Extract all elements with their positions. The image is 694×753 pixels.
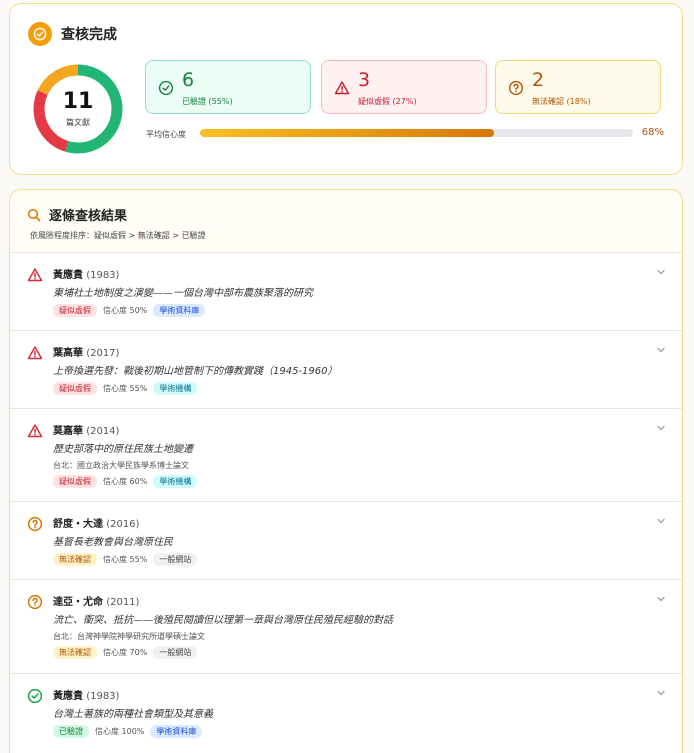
source-type-badge: 學術機構 (153, 475, 198, 488)
chevron-down-icon[interactable] (656, 516, 666, 526)
result-tags: 疑似虛假 信心度 50% 學術資料庫 (53, 304, 206, 317)
results-title-row: 逐條查核結果 (27, 205, 127, 224)
result-author: 葉高華 (2017) (53, 348, 120, 359)
chevron-down-icon[interactable] (656, 267, 666, 277)
verified-label: 已驗證 (55%) (182, 97, 233, 106)
source-type-badge: 一般網站 (153, 646, 198, 659)
status-badge: 疑似虛假 (53, 382, 97, 395)
result-title: 流亡、衝突、抵抗——後殖民閱讀但以理第一章與台灣原住民殖民經驗的對話 (53, 615, 393, 626)
verified-count: 6 (182, 69, 195, 91)
results-header: 逐條查核結果 依風險程度排序：疑似虛假 > 無法確認 > 已驗證 (10, 190, 682, 253)
result-row[interactable]: 黃應貴 (1983) 台灣土著族的兩種社會類型及其意義 已驗證 信心度 100%… (10, 674, 682, 753)
warning-triangle-icon (27, 424, 43, 438)
result-author: 黃應貴 (1983) (53, 691, 120, 702)
result-tags: 疑似虛假 信心度 55% 學術機構 (53, 382, 198, 395)
check-badge-icon (28, 22, 52, 46)
result-row[interactable]: 黃應貴 (1983) 東埔社土地制度之演變——一個台灣中部布農族聚落的研究 疑似… (10, 253, 682, 331)
unknown-count: 2 (532, 69, 545, 91)
unknown-label: 無法確認 (18%) (532, 97, 591, 106)
summary-header: 查核完成 (28, 22, 117, 46)
result-row[interactable]: 舒度・大達 (2016) 基督長老教會與台灣原住民 無法確認 信心度 55% 一… (10, 502, 682, 580)
status-badge: 無法確認 (53, 553, 97, 566)
verified-stat-card[interactable]: 6 已驗證 (55%) (145, 60, 311, 114)
suspect-stat-card[interactable]: 3 疑似虛假 (27%) (321, 60, 487, 114)
suspect-label: 疑似虛假 (27%) (358, 97, 417, 106)
confidence-value: 68% (641, 127, 664, 138)
status-badge: 疑似虛假 (53, 475, 97, 488)
confidence-progress-bar (200, 129, 633, 137)
results-sort-note: 依風險程度排序：疑似虛假 > 無法確認 > 已驗證 (30, 231, 206, 240)
summary-title: 查核完成 (61, 27, 117, 43)
chevron-down-icon[interactable] (656, 423, 666, 433)
result-title: 歷史部落中的原住民族土地變遷 (53, 444, 193, 455)
result-author: 達亞・尤命 (2011) (53, 597, 140, 608)
result-tags: 無法確認 信心度 55% 一般網站 (53, 553, 198, 566)
source-type-badge: 學術機構 (153, 382, 198, 395)
result-author: 舒度・大達 (2016) (53, 519, 140, 530)
status-badge: 疑似虛假 (53, 304, 97, 317)
confidence-text: 信心度 70% (103, 648, 148, 657)
result-source: 台北：國立政治大學民族學系博士論文 (53, 461, 189, 470)
chevron-down-icon[interactable] (656, 345, 666, 355)
check-circle-icon (158, 80, 174, 96)
confidence-text: 信心度 50% (103, 306, 148, 315)
status-badge: 已驗證 (53, 725, 89, 738)
result-tags: 已驗證 信心度 100% 學術資料庫 (53, 725, 203, 738)
unknown-stat-card[interactable]: 2 無法確認 (18%) (495, 60, 661, 114)
confidence-text: 信心度 100% (95, 727, 145, 736)
total-count: 11 (62, 89, 94, 114)
question-circle-icon (27, 516, 43, 532)
source-type-badge: 一般網站 (153, 553, 198, 566)
status-badge: 無法確認 (53, 646, 97, 659)
result-tags: 無法確認 信心度 70% 一般網站 (53, 646, 198, 659)
chevron-down-icon[interactable] (656, 594, 666, 604)
result-row[interactable]: 達亞・尤命 (2011) 流亡、衝突、抵抗——後殖民閱讀但以理第一章與台灣原住民… (10, 580, 682, 674)
results-title: 逐條查核結果 (49, 209, 128, 224)
result-row[interactable]: 莫嘉華 (2014) 歷史部落中的原住民族土地變遷 台北：國立政治大學民族學系博… (10, 409, 682, 502)
summary-card: 查核完成 11 篇文獻 6 已驗證 (55%) 3 疑似虛假 (27%) 2 無… (9, 3, 683, 175)
result-author: 莫嘉華 (2014) (53, 426, 120, 437)
warning-triangle-icon (334, 81, 350, 95)
result-title: 上帝換選先發：戰後初期山地管制下的傳教實踐（1945-1960） (53, 366, 338, 377)
question-circle-icon (27, 594, 43, 610)
warning-triangle-icon (27, 346, 43, 360)
result-author: 黃應貴 (1983) (53, 270, 120, 281)
suspect-count: 3 (358, 69, 371, 91)
confidence-text: 信心度 60% (103, 477, 148, 486)
confidence-text: 信心度 55% (103, 555, 148, 564)
result-tags: 疑似虛假 信心度 60% 學術機構 (53, 475, 198, 488)
search-icon (27, 208, 41, 221)
confidence-text: 信心度 55% (103, 384, 148, 393)
source-type-badge: 學術資料庫 (150, 725, 203, 738)
result-title: 台灣土著族的兩種社會類型及其意義 (53, 709, 213, 720)
confidence-label: 平均信心度 (146, 130, 186, 139)
warning-triangle-icon (27, 268, 43, 282)
results-card: 逐條查核結果 依風險程度排序：疑似虛假 > 無法確認 > 已驗證 黃應貴 (19… (9, 189, 683, 753)
source-type-badge: 學術資料庫 (153, 304, 206, 317)
check-circle-icon (27, 688, 43, 704)
result-source: 台北：台灣神學院神學研究所道學碩士論文 (53, 632, 205, 641)
result-title: 東埔社土地制度之演變——一個台灣中部布農族聚落的研究 (53, 288, 313, 299)
total-unit: 篇文獻 (66, 118, 90, 127)
chevron-down-icon[interactable] (656, 688, 666, 698)
confidence-progress-fill (200, 129, 495, 137)
result-row[interactable]: 葉高華 (2017) 上帝換選先發：戰後初期山地管制下的傳教實踐（1945-19… (10, 331, 682, 409)
result-title: 基督長老教會與台灣原住民 (53, 537, 173, 548)
question-circle-icon (508, 80, 524, 96)
